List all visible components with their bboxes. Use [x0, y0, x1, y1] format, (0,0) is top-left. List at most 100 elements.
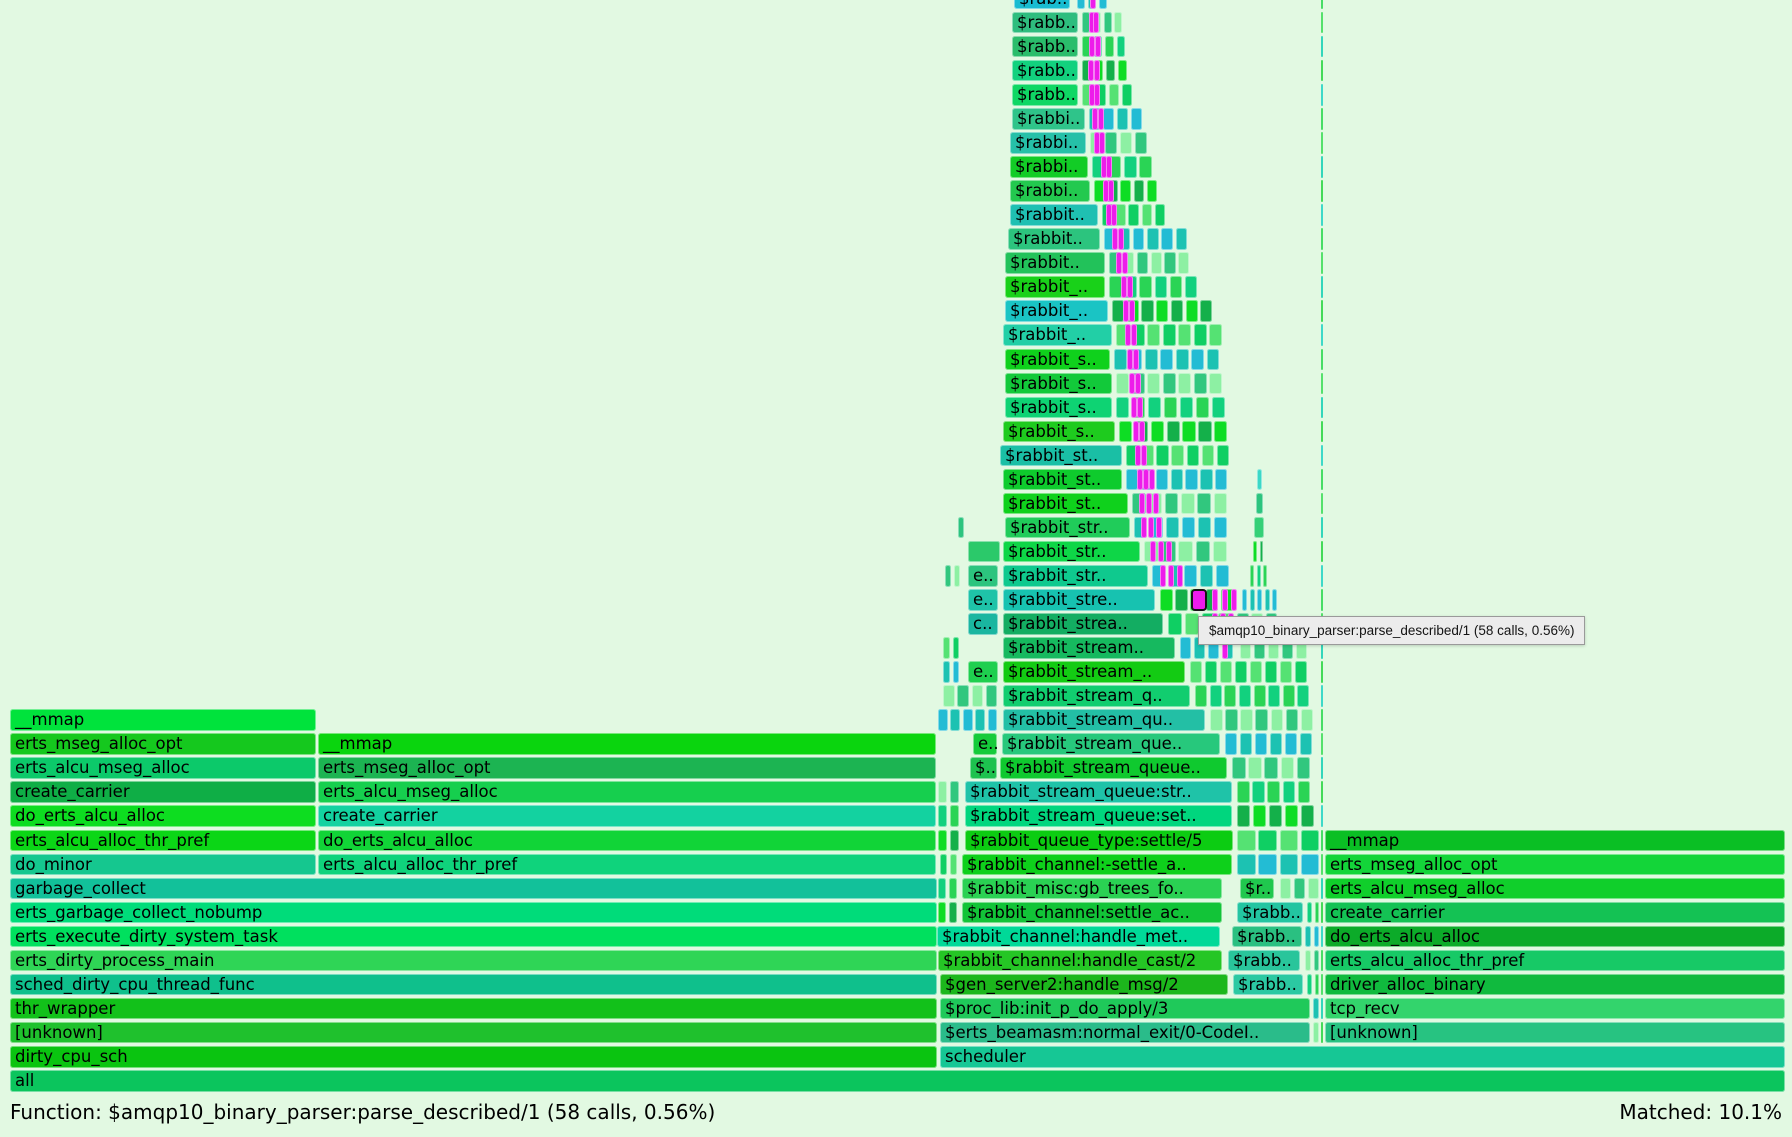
magenta-frame[interactable] — [1133, 349, 1139, 371]
flame-frame-sliver[interactable] — [1267, 781, 1280, 803]
flame-frame-sliver[interactable] — [938, 805, 947, 827]
magenta-frame[interactable] — [1094, 84, 1100, 106]
flame-frame[interactable]: $rabbit_stream_q.. — [1003, 685, 1190, 707]
flame-frame[interactable]: $rabb.. — [1228, 950, 1300, 972]
flame-frame-sliver[interactable] — [950, 781, 959, 803]
flame-frame-sliver[interactable] — [1214, 493, 1228, 515]
magenta-frame[interactable] — [1177, 565, 1183, 587]
flame-frame-sliver[interactable] — [1239, 685, 1251, 707]
flame-frame-sliver[interactable] — [1271, 709, 1284, 731]
flame-frame-sliver[interactable] — [950, 830, 959, 852]
flame-frame-sliver[interactable] — [1280, 830, 1299, 852]
flame-frame-sliver[interactable] — [1313, 1022, 1319, 1044]
flame-frame-sliver[interactable] — [1105, 132, 1117, 154]
thin-stack-frame[interactable] — [1321, 589, 1323, 611]
flame-frame[interactable]: $rabbit_strea.. — [1003, 613, 1163, 635]
flame-frame-sliver[interactable] — [1209, 324, 1222, 346]
flame-frame[interactable]: $rabb.. — [1012, 60, 1078, 82]
flame-frame-sliver[interactable] — [1147, 180, 1158, 202]
flame-frame[interactable]: $rabbit_st.. — [1003, 493, 1128, 515]
flame-frame[interactable]: $r.. — [1240, 878, 1274, 900]
flame-frame-sliver[interactable] — [1142, 204, 1153, 226]
flame-frame[interactable]: e.. — [968, 661, 998, 683]
flame-frame-sliver[interactable] — [1281, 757, 1295, 779]
flame-frame[interactable]: c.. — [968, 613, 998, 635]
flame-frame-sliver[interactable] — [1257, 565, 1261, 587]
flame-frame-sliver[interactable] — [1235, 661, 1247, 683]
flame-frame-sliver[interactable] — [1187, 445, 1200, 467]
flame-frame-sliver[interactable] — [1240, 733, 1252, 755]
flame-frame[interactable]: erts_execute_dirty_system_task — [10, 926, 937, 948]
flame-frame-sliver[interactable] — [1114, 349, 1127, 371]
flame-frame-sliver[interactable] — [1264, 757, 1278, 779]
thin-stack-frame[interactable] — [1321, 204, 1323, 226]
flame-frame-sliver[interactable] — [1297, 685, 1309, 707]
magenta-frame[interactable] — [1095, 36, 1101, 58]
flame-frame-sliver[interactable] — [1254, 685, 1266, 707]
flame-frame-sliver[interactable] — [1212, 397, 1225, 419]
flame-frame[interactable]: $rabbit_st.. — [1003, 469, 1122, 491]
flame-frame-sliver[interactable] — [1176, 228, 1188, 250]
magenta-frame[interactable] — [1141, 445, 1147, 467]
thin-stack-frame[interactable] — [1321, 565, 1323, 587]
flame-frame-sliver[interactable] — [1103, 108, 1114, 130]
flame-frame-sliver[interactable] — [1116, 373, 1129, 395]
flame-frame-sliver[interactable] — [1313, 998, 1319, 1020]
flame-frame-sliver[interactable] — [1253, 541, 1257, 563]
flame-frame[interactable]: erts_garbage_collect_nobump — [10, 902, 937, 924]
flame-frame-sliver[interactable] — [1194, 373, 1207, 395]
flame-frame-sliver[interactable] — [1205, 661, 1217, 683]
flame-frame-sliver[interactable] — [1307, 902, 1312, 924]
thin-stack-frame[interactable] — [1321, 349, 1323, 371]
flame-frame[interactable]: erts_alcu_alloc_thr_pref — [1325, 950, 1785, 972]
flame-frame-sliver[interactable] — [1147, 228, 1159, 250]
flame-frame[interactable]: $.. — [970, 757, 997, 779]
flame-frame[interactable]: $rabbit_stre.. — [1003, 589, 1155, 611]
thin-stack-frame[interactable] — [1321, 493, 1323, 515]
thin-stack-frame[interactable] — [1321, 228, 1323, 250]
flame-frame-sliver[interactable] — [972, 685, 984, 707]
magenta-frame[interactable] — [1156, 517, 1162, 539]
magenta-frame[interactable] — [1141, 517, 1147, 539]
magenta-frame[interactable] — [1093, 12, 1099, 34]
flame-frame-sliver[interactable] — [1268, 685, 1280, 707]
flame-frame-sliver[interactable] — [1255, 733, 1267, 755]
flame-frame-sliver[interactable] — [945, 565, 951, 587]
flame-frame-sliver[interactable] — [1176, 349, 1189, 371]
thin-stack-frame[interactable] — [1321, 132, 1323, 154]
thin-stack-frame[interactable] — [1321, 60, 1323, 82]
flame-frame[interactable]: $rabbit_str.. — [1003, 541, 1140, 563]
flame-frame-sliver[interactable] — [1147, 324, 1160, 346]
flame-frame-sliver[interactable] — [1124, 156, 1137, 178]
flame-frame-sliver[interactable] — [953, 661, 960, 683]
flame-frame-sliver[interactable] — [1164, 252, 1175, 274]
flame-frame[interactable]: $rabbit_channel:-settle_a.. — [962, 854, 1232, 876]
flame-frame-sliver[interactable] — [1314, 926, 1320, 948]
magenta-frame[interactable] — [1127, 276, 1133, 298]
magenta-frame[interactable] — [1153, 493, 1159, 515]
flame-frame-sliver[interactable] — [1216, 565, 1229, 587]
flame-frame-sliver[interactable] — [1105, 36, 1114, 58]
flame-frame-sliver[interactable] — [1301, 830, 1320, 852]
flame-frame[interactable]: do_minor — [10, 854, 316, 876]
flame-frame[interactable]: e.. — [973, 733, 997, 755]
magenta-frame[interactable] — [1090, 0, 1096, 9]
flame-frame-sliver[interactable] — [1272, 589, 1277, 611]
flame-frame-sliver[interactable] — [1161, 228, 1173, 250]
flame-frame-sliver[interactable] — [1202, 445, 1215, 467]
flame-frame-sliver[interactable] — [986, 685, 998, 707]
flame-frame-sliver[interactable] — [1155, 276, 1168, 298]
flame-frame-sliver[interactable] — [1137, 252, 1148, 274]
flame-frame[interactable]: erts_mseg_alloc_opt — [318, 757, 936, 779]
thin-stack-frame[interactable] — [1321, 84, 1323, 106]
thin-stack-frame[interactable] — [1321, 709, 1323, 731]
flame-frame[interactable]: dirty_cpu_sch — [10, 1046, 937, 1068]
thin-stack-frame[interactable] — [1321, 541, 1323, 563]
flame-frame-sliver[interactable] — [1196, 397, 1209, 419]
flame-frame-sliver[interactable] — [1237, 805, 1250, 827]
flame-frame-sliver[interactable] — [1308, 878, 1319, 900]
flame-frame-sliver[interactable] — [1151, 421, 1164, 443]
flame-frame[interactable]: $rabbit_stream_queue:str.. — [965, 781, 1232, 803]
flame-frame-sliver[interactable] — [1305, 950, 1311, 972]
magenta-frame[interactable] — [1099, 132, 1105, 154]
